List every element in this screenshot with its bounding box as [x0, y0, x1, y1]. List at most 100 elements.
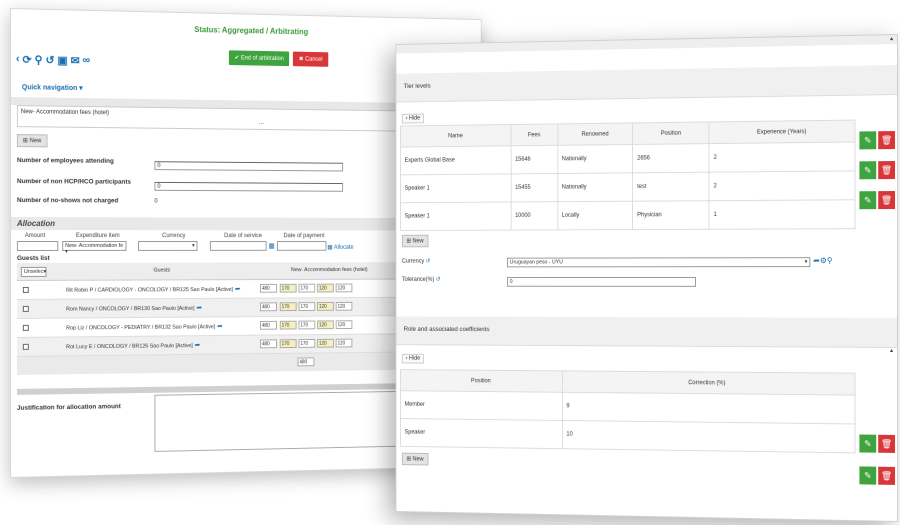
role-collapse-icon[interactable]: ▴ [890, 347, 893, 354]
cancel-label: Cancel [305, 56, 323, 63]
role-hide-button[interactable]: › Hide [401, 353, 424, 364]
save-icon[interactable]: ▣ [57, 54, 67, 67]
new-tier-button[interactable]: ⊞ New [401, 234, 429, 248]
role-correction: 9 [562, 392, 855, 424]
new-role-button[interactable]: ⊞ New [401, 452, 429, 466]
tier-hide-button[interactable]: › Hide [401, 113, 424, 124]
role-row[interactable]: Speaker 10 [400, 418, 855, 453]
fee-cell[interactable]: 170 [298, 283, 316, 293]
guest-checkbox[interactable] [22, 343, 29, 350]
allocate-label: Allocate [333, 244, 354, 251]
fee-cell[interactable]: 120 [317, 283, 334, 293]
currency-actions: ➦⚙⚲ [813, 256, 832, 265]
role-row-actions: ✎ 🗑 [859, 466, 896, 485]
tier-name: Experts Global Base [400, 145, 511, 175]
end-arbitration-button[interactable]: ✔ End of arbitration [228, 50, 290, 67]
edit-icon[interactable]: ✎ [859, 466, 877, 485]
cancel-button[interactable]: ✖ Cancel [293, 51, 329, 67]
search-icon[interactable]: ⚲ [827, 256, 833, 265]
collapse-icon[interactable]: ▴ [890, 35, 893, 42]
date-payment-input[interactable] [276, 241, 327, 251]
edit-icon[interactable]: ✎ [859, 161, 877, 180]
delete-icon[interactable]: 🗑 [878, 466, 896, 485]
delete-icon[interactable]: 🗑 [878, 131, 896, 150]
justification-label: Justification for allocation amount [16, 403, 121, 412]
guest-name-text: Rit Robin P / CARDIOLOGY - ONCOLOGY / BR… [66, 286, 233, 294]
tier-position: 2656 [632, 143, 710, 173]
date-service-input[interactable] [209, 241, 267, 251]
allocate-link[interactable]: ▦ Allocate [327, 244, 353, 251]
share-icon[interactable]: ➦ [196, 305, 202, 312]
fee-cell[interactable]: 480 [260, 302, 277, 312]
expenditure-value: New- Accommodation fe [65, 243, 124, 249]
currency-col-label: Currency [162, 233, 186, 240]
fee-cell[interactable]: 170 [279, 320, 297, 330]
fee-cell[interactable]: 120 [335, 283, 353, 293]
new-fee-button[interactable]: ⊞ New [16, 134, 48, 148]
edit-icon[interactable]: ✎ [859, 191, 877, 210]
currency-select[interactable]: ▾ [138, 241, 198, 251]
guests-list-label: Guests list [16, 254, 50, 262]
fee-cell[interactable]: 120 [335, 301, 353, 311]
fees-column-header: New- Accommodation fees (hotel) [291, 267, 368, 274]
fee-cell[interactable]: 120 [317, 302, 334, 311]
edit-icon[interactable]: ✎ [859, 434, 877, 453]
guest-checkbox[interactable] [22, 324, 29, 331]
fee-cell[interactable]: 480 [260, 283, 277, 293]
tier-row[interactable]: Experts Global Base 15646 Nationally 265… [400, 141, 855, 175]
tier-fees: 15646 [510, 145, 558, 174]
guest-checkbox[interactable] [22, 286, 29, 293]
amount-input[interactable] [16, 241, 59, 251]
back-icon[interactable]: ‹ [16, 53, 20, 66]
fee-cell[interactable]: 120 [317, 320, 334, 330]
fee-cell[interactable]: 170 [279, 283, 297, 293]
mail-icon[interactable]: ✉ [71, 54, 80, 67]
tier-row[interactable]: Speaker 1 15455 Nationally test 2 [400, 170, 855, 203]
delete-icon[interactable]: 🗑 [878, 161, 896, 180]
delete-icon[interactable]: 🗑 [878, 434, 896, 453]
share-icon[interactable]: ➦ [195, 342, 201, 349]
history-icon[interactable]: ↺ [45, 54, 54, 67]
fee-cell[interactable]: 170 [279, 302, 297, 312]
fee-cell[interactable]: 170 [298, 302, 316, 311]
expenditure-select[interactable]: New- Accommodation fe ▾ [62, 241, 127, 255]
non-hcp-input[interactable]: 0 [154, 181, 344, 192]
share-icon[interactable]: ➦ [235, 286, 241, 293]
quick-navigation[interactable]: Quick navigation ▾ [22, 83, 83, 92]
employees-input[interactable]: 0 [154, 161, 344, 172]
currency-select[interactable]: Uruguayan peso - UYU ▾ [506, 257, 811, 268]
fee-cell[interactable]: 170 [298, 320, 316, 330]
role-row-actions: ✎ 🗑 [859, 434, 896, 453]
tier-col-renowned: Renowned [557, 122, 633, 146]
tier-row[interactable]: Speaker 1 10000 Locally Physician 1 [400, 199, 855, 231]
edit-icon[interactable]: ✎ [859, 131, 877, 150]
fee-cell[interactable]: 170 [298, 338, 316, 348]
attachment-icon[interactable]: ⚲ [35, 53, 43, 66]
calendar-icon[interactable]: ▦ [269, 242, 275, 250]
date-service-col-label: Date of service [224, 233, 262, 240]
tier-col-name: Name [400, 124, 511, 148]
tier-position: Physician [632, 200, 710, 230]
unselect-dropdown[interactable]: Unselec▾ [20, 266, 47, 277]
gear-icon[interactable]: ⚙ [820, 256, 827, 265]
tier-hide-label: Hide [408, 115, 421, 122]
role-section-header: Role and associated coefficients [396, 316, 898, 348]
total-fee: 480 [297, 357, 315, 367]
chevron-down-icon: ▾ [804, 259, 808, 266]
fee-cell[interactable]: 480 [260, 339, 277, 349]
fee-cell[interactable]: 120 [335, 320, 353, 330]
new-tier-label: New [412, 238, 424, 245]
guest-checkbox[interactable] [22, 305, 29, 312]
fee-cell[interactable]: 170 [279, 339, 297, 349]
delete-icon[interactable]: 🗑 [878, 191, 896, 210]
refresh-icon[interactable]: ⟳ [23, 53, 32, 66]
tier-settings-panel: ▴ Tier levels › Hide Name Fees Renowned … [395, 34, 898, 522]
fee-cell[interactable]: 480 [260, 320, 277, 330]
fee-cell[interactable]: 120 [335, 338, 353, 348]
tolerance-input[interactable]: 0 [506, 277, 696, 287]
reset-icon[interactable]: ↺ [426, 259, 431, 265]
share-icon[interactable]: ➦ [217, 323, 223, 330]
link-icon[interactable]: ∞ [83, 54, 91, 67]
reset-icon[interactable]: ↺ [436, 277, 441, 283]
fee-cell[interactable]: 120 [317, 338, 334, 348]
